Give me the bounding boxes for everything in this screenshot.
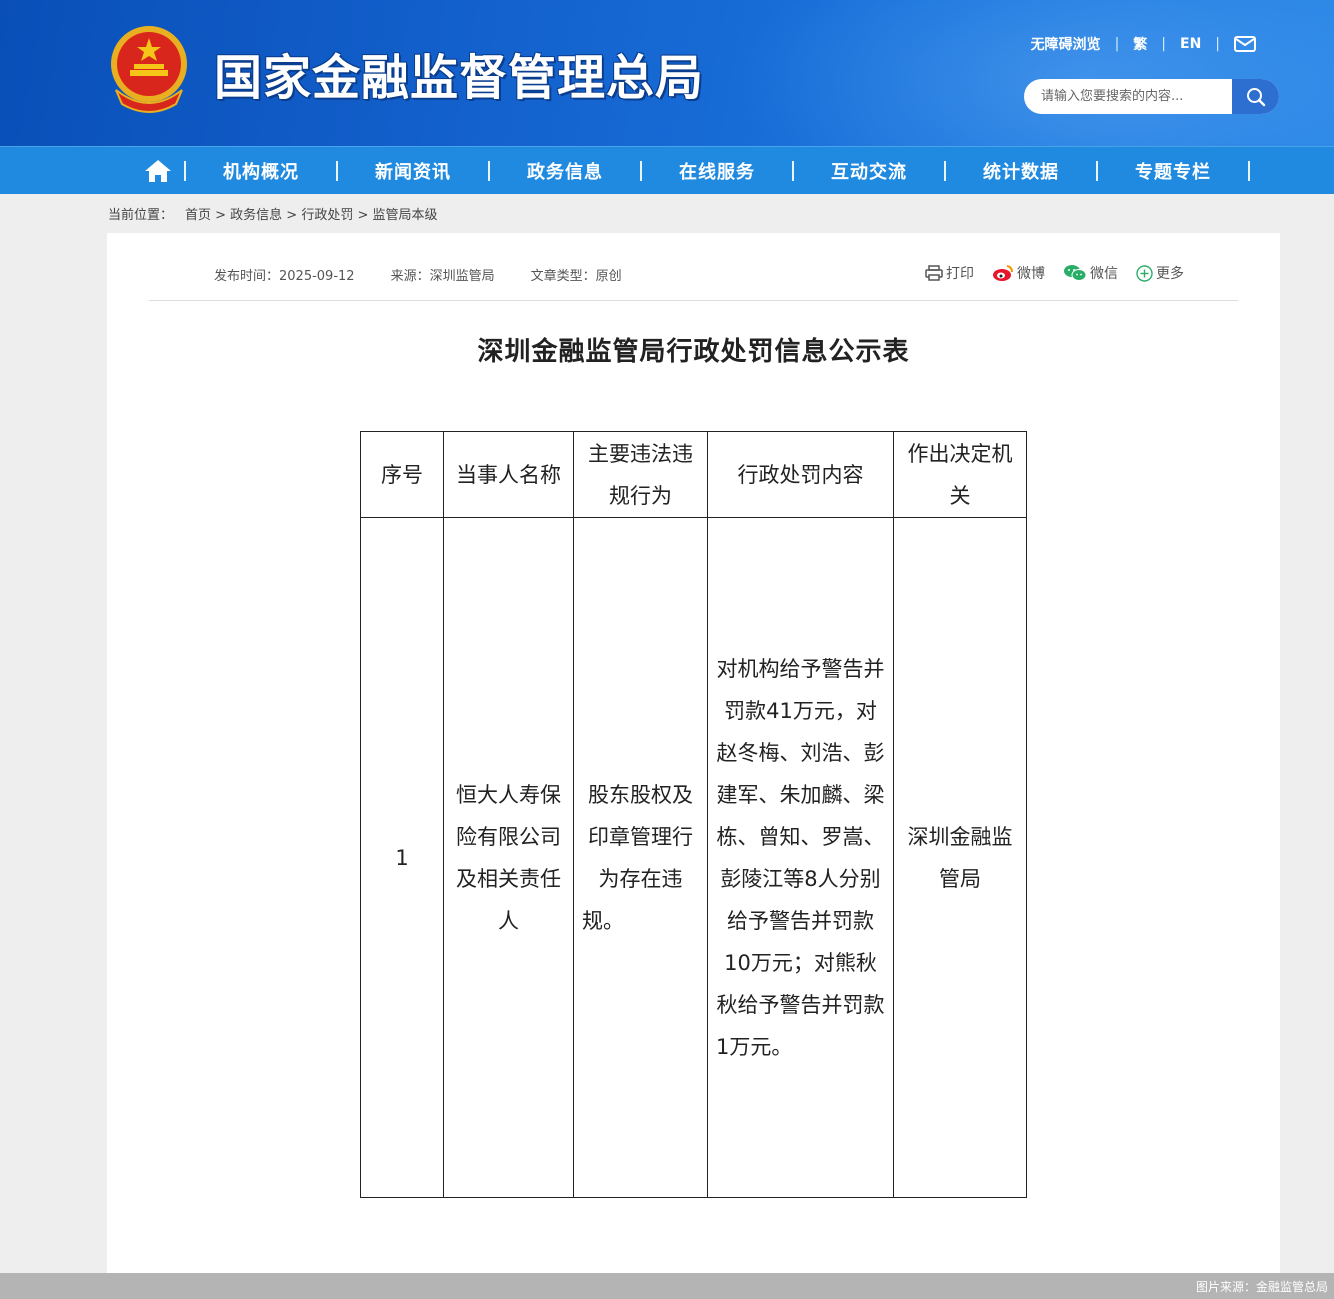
cell-no: 1 — [360, 517, 444, 1198]
separator: | — [1215, 36, 1220, 52]
printer-icon — [925, 265, 943, 281]
print-button[interactable]: 打印 — [925, 263, 974, 283]
article-meta: 发布时间：2025-09-12 来源：深圳监管局 文章类型：原创 — [214, 265, 622, 284]
nav-divider — [1248, 161, 1250, 181]
nav-divider — [184, 161, 186, 181]
article-type: 文章类型：原创 — [530, 269, 622, 284]
traditional-chinese-link[interactable]: 繁 — [1133, 34, 1147, 54]
header-no: 序号 — [360, 431, 444, 518]
nav-divider — [640, 161, 642, 181]
separator: | — [1161, 36, 1166, 52]
nav-divider — [488, 161, 490, 181]
national-emblem-icon[interactable] — [106, 24, 192, 114]
meta-divider — [149, 300, 1238, 301]
print-label: 打印 — [946, 266, 974, 282]
nav-item-statistics[interactable]: 统计数据 — [946, 158, 1096, 184]
nav-divider — [792, 161, 794, 181]
nav-item-online-service[interactable]: 在线服务 — [642, 158, 792, 184]
breadcrumb-path[interactable]: 首页 > 政务信息 > 行政处罚 > 监管局本级 — [185, 208, 437, 223]
wechat-share[interactable]: 微信 — [1063, 263, 1118, 283]
accessibility-link[interactable]: 无障碍浏览 — [1031, 34, 1101, 54]
table-row: 1 恒大人寿保险有限公司及相关责任人 股东股权及印章管理行为存在违规。 对机构给… — [360, 517, 1027, 1198]
site-header: 国家金融监督管理总局 无障碍浏览 | 繁 | EN | — [0, 0, 1334, 146]
image-source-bar: 图片来源：金融监管总局 — [0, 1273, 1334, 1299]
wechat-icon — [1064, 265, 1087, 281]
article-container: 发布时间：2025-09-12 来源：深圳监管局 文章类型：原创 打印 微博 微… — [107, 233, 1280, 1273]
mail-icon[interactable] — [1234, 36, 1256, 52]
wechat-label: 微信 — [1090, 266, 1118, 282]
nav-item-special[interactable]: 专题专栏 — [1098, 158, 1248, 184]
nav-divider — [336, 161, 338, 181]
cell-penalty: 对机构给予警告并罚款41万元，对赵冬梅、刘浩、彭建军、朱加麟、梁栋、曾知、罗嵩、… — [707, 517, 894, 1198]
article-title: 深圳金融监管局行政处罚信息公示表 — [477, 337, 910, 367]
breadcrumb-label: 当前位置： — [108, 208, 174, 223]
nav-item-org[interactable]: 机构概况 — [186, 158, 336, 184]
top-links: 无障碍浏览 | 繁 | EN | — [1031, 34, 1256, 54]
search-button[interactable] — [1232, 79, 1279, 114]
separator: | — [1114, 36, 1120, 52]
nav-item-interaction[interactable]: 互动交流 — [794, 158, 944, 184]
share-bar: 打印 微博 微信 更多 — [925, 263, 1184, 283]
cell-party: 恒大人寿保险有限公司及相关责任人 — [443, 517, 574, 1198]
search-input[interactable] — [1024, 79, 1232, 114]
weibo-icon — [993, 265, 1013, 281]
nav-home[interactable] — [132, 147, 184, 195]
header-glow — [734, 0, 1334, 146]
header-violation: 主要违法违规行为 — [573, 431, 708, 518]
site-title: 国家金融监督管理总局 — [214, 50, 705, 106]
nav-divider — [944, 161, 946, 181]
english-link[interactable]: EN — [1180, 36, 1201, 52]
cell-violation: 股东股权及印章管理行为存在违规。 — [573, 517, 708, 1198]
breadcrumb: 当前位置： 首页 > 政务信息 > 行政处罚 > 监管局本级 — [108, 204, 438, 223]
weibo-label: 微博 — [1017, 266, 1045, 282]
table-header-row: 序号 当事人名称 主要违法违规行为 行政处罚内容 作出决定机关 — [360, 431, 1027, 518]
main-nav: 机构概况 新闻资讯 政务信息 在线服务 互动交流 统计数据 专题专栏 — [0, 146, 1334, 194]
nav-divider — [1096, 161, 1098, 181]
nav-item-gov-info[interactable]: 政务信息 — [490, 158, 640, 184]
publish-time: 发布时间：2025-09-12 — [214, 269, 355, 284]
more-share[interactable]: 更多 — [1136, 263, 1184, 283]
penalty-table: 序号 当事人名称 主要违法违规行为 行政处罚内容 作出决定机关 1 恒大人寿保险… — [360, 431, 1027, 1198]
search-icon — [1246, 87, 1265, 106]
more-label: 更多 — [1156, 266, 1184, 282]
header-party: 当事人名称 — [443, 431, 574, 518]
cell-authority: 深圳金融监管局 — [893, 517, 1027, 1198]
header-penalty: 行政处罚内容 — [707, 431, 894, 518]
plus-circle-icon — [1136, 264, 1153, 282]
header-authority: 作出决定机关 — [893, 431, 1027, 518]
weibo-share[interactable]: 微博 — [992, 263, 1045, 283]
image-source: 图片来源：金融监管总局 — [1195, 1280, 1328, 1294]
nav-item-news[interactable]: 新闻资讯 — [338, 158, 488, 184]
search-box — [1024, 79, 1279, 114]
article-source: 来源：深圳监管局 — [390, 269, 495, 284]
home-icon — [145, 160, 171, 182]
